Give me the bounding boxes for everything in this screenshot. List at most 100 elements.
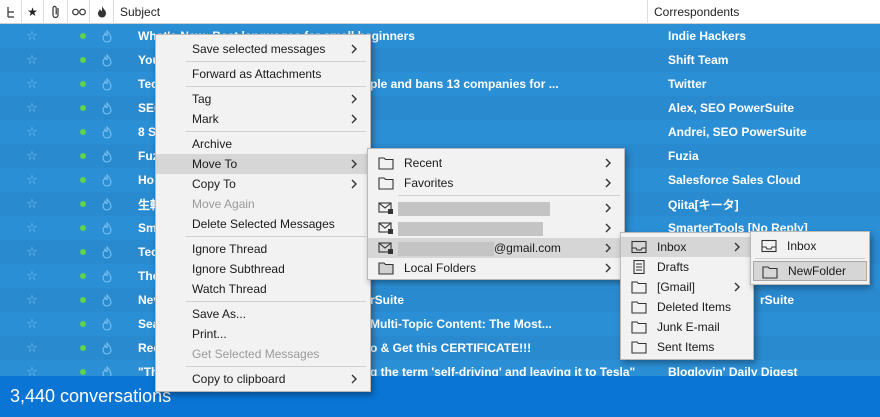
unread-dot-icon[interactable]	[80, 57, 86, 63]
move-account-redacted-1[interactable]	[368, 198, 624, 218]
menu-archive[interactable]: Archive	[156, 134, 370, 154]
inbox-target[interactable]: Inbox	[751, 236, 869, 256]
star-icon[interactable]: ☆	[24, 292, 40, 308]
folder-deleted-items[interactable]: Deleted Items	[621, 297, 753, 317]
star-icon[interactable]: ☆	[24, 52, 40, 68]
junk-flame-icon[interactable]	[100, 149, 114, 163]
folder-newfolder[interactable]: NewFolder	[753, 261, 867, 281]
junk-flame-icon[interactable]	[100, 197, 114, 211]
column-read[interactable]	[68, 0, 90, 24]
folder-sent-items[interactable]: Sent Items	[621, 337, 753, 357]
junk-flame-icon[interactable]	[100, 341, 114, 355]
junk-flame-icon[interactable]	[100, 365, 114, 376]
unread-dot-icon[interactable]	[80, 201, 86, 207]
chevron-right-icon	[351, 374, 357, 384]
account-folders-submenu: Inbox Drafts [Gmail] Deleted Items Junk …	[620, 232, 754, 360]
thread-row[interactable]: ☆ Tec ple and bans 13 companies for ... Twi…	[0, 72, 880, 96]
unread-dot-icon[interactable]	[80, 273, 86, 279]
chevron-right-icon	[351, 159, 357, 169]
menu-move-to[interactable]: Move To	[156, 154, 370, 174]
thread-row[interactable]: ☆ "Th g the term 'self-driving' and leavin…	[0, 360, 880, 376]
unread-dot-icon[interactable]	[80, 225, 86, 231]
junk-flame-icon[interactable]	[100, 269, 114, 283]
thread-tree-icon	[6, 6, 14, 18]
junk-flame-icon[interactable]	[100, 29, 114, 43]
unread-dot-icon[interactable]	[80, 153, 86, 159]
thread-column-picker[interactable]	[0, 0, 22, 24]
move-local-folders[interactable]: Local Folders	[368, 258, 624, 278]
star-icon[interactable]: ☆	[24, 172, 40, 188]
unread-dot-icon[interactable]	[80, 297, 86, 303]
star-icon[interactable]: ☆	[24, 28, 40, 44]
thread-row[interactable]: ☆What's New: Best languages for small be…	[0, 24, 880, 48]
menu-delete-selected-messages[interactable]: Delete Selected Messages	[156, 214, 370, 234]
junk-flame-icon[interactable]	[100, 125, 114, 139]
unread-dot-icon[interactable]	[80, 81, 86, 87]
star-icon: ★	[27, 4, 38, 19]
star-icon[interactable]: ☆	[24, 268, 40, 284]
unread-dot-icon[interactable]	[80, 321, 86, 327]
column-attachment[interactable]	[44, 0, 68, 24]
inbox-icon	[761, 239, 777, 253]
star-icon[interactable]: ☆	[24, 364, 40, 376]
thread-row[interactable]: ☆ SEO Alex, SEO PowerSuite	[0, 96, 880, 120]
menu-print[interactable]: Print...	[156, 324, 370, 344]
menu-save-as[interactable]: Save As...	[156, 304, 370, 324]
folder-inbox[interactable]: Inbox	[621, 237, 753, 257]
menu-get-selected-messages[interactable]: Get Selected Messages	[156, 344, 370, 364]
unread-dot-icon[interactable]	[80, 129, 86, 135]
menu-separator	[186, 86, 366, 87]
star-icon[interactable]: ☆	[24, 100, 40, 116]
junk-flame-icon[interactable]	[100, 173, 114, 187]
column-subject[interactable]: Subject	[114, 0, 648, 24]
unread-dot-icon[interactable]	[80, 369, 86, 375]
junk-flame-icon[interactable]	[100, 317, 114, 331]
junk-flame-icon[interactable]	[100, 245, 114, 259]
junk-flame-icon[interactable]	[100, 293, 114, 307]
menu-item-label: Mark	[192, 112, 219, 126]
move-recent[interactable]: Recent	[368, 153, 624, 173]
menu-item-label: @gmail.com	[494, 241, 561, 255]
column-correspondents[interactable]: Correspondents	[648, 0, 860, 24]
unread-dot-icon[interactable]	[80, 249, 86, 255]
star-icon[interactable]: ☆	[24, 316, 40, 332]
menu-ignore-thread[interactable]: Ignore Thread	[156, 239, 370, 259]
column-starred[interactable]: ★	[22, 0, 44, 24]
junk-flame-icon[interactable]	[100, 53, 114, 67]
folder-icon	[631, 321, 647, 334]
menu-copy-to-clipboard[interactable]: Copy to clipboard	[156, 369, 370, 389]
junk-flame-icon[interactable]	[100, 101, 114, 115]
column-junk[interactable]	[90, 0, 114, 24]
folder-drafts[interactable]: Drafts	[621, 257, 753, 277]
star-icon[interactable]: ☆	[24, 76, 40, 92]
thread-correspondent: Bloglovin' Daily Digest	[668, 365, 798, 376]
menu-save-selected-messages[interactable]: Save selected messages	[156, 39, 370, 59]
menu-move-again[interactable]: Move Again	[156, 194, 370, 214]
menu-ignore-subthread[interactable]: Ignore Subthread	[156, 259, 370, 279]
junk-flame-icon[interactable]	[100, 77, 114, 91]
star-icon[interactable]: ☆	[24, 220, 40, 236]
move-favorites[interactable]: Favorites	[368, 173, 624, 193]
menu-watch-thread[interactable]: Watch Thread	[156, 279, 370, 299]
thread-correspondent: Salesforce Sales Cloud	[668, 173, 801, 187]
menu-mark[interactable]: Mark	[156, 109, 370, 129]
folder-junk-email[interactable]: Junk E-mail	[621, 317, 753, 337]
thread-row[interactable]: ☆ 8 S Andrei, SEO PowerSuite	[0, 120, 880, 144]
unread-dot-icon[interactable]	[80, 177, 86, 183]
unread-dot-icon[interactable]	[80, 105, 86, 111]
unread-dot-icon[interactable]	[80, 33, 86, 39]
menu-tag[interactable]: Tag	[156, 89, 370, 109]
menu-forward-as-attachments[interactable]: Forward as Attachments	[156, 64, 370, 84]
menu-copy-to[interactable]: Copy To	[156, 174, 370, 194]
star-icon[interactable]: ☆	[24, 124, 40, 140]
move-account-gmail[interactable]: @gmail.com	[368, 238, 624, 258]
unread-dot-icon[interactable]	[80, 345, 86, 351]
star-icon[interactable]: ☆	[24, 196, 40, 212]
folder-gmail[interactable]: [Gmail]	[621, 277, 753, 297]
star-icon[interactable]: ☆	[24, 148, 40, 164]
star-icon[interactable]: ☆	[24, 340, 40, 356]
move-account-redacted-2[interactable]	[368, 218, 624, 238]
junk-flame-icon[interactable]	[100, 221, 114, 235]
star-icon[interactable]: ☆	[24, 244, 40, 260]
thread-row[interactable]: ☆ You Shift Team	[0, 48, 880, 72]
